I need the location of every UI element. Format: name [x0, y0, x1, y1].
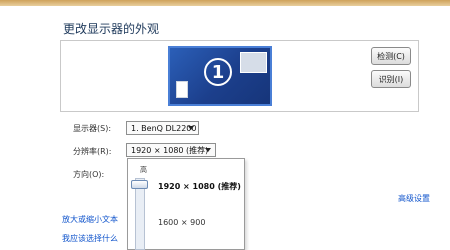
page-title: 更改显示器的外观	[63, 22, 160, 36]
resolution-label: 分辨率(R):	[73, 147, 112, 156]
identify-button[interactable]: 识别(I)	[371, 70, 411, 88]
resolution-select[interactable]: 1920 × 1080 (推荐)	[126, 143, 216, 157]
display-label: 显示器(S):	[73, 124, 112, 133]
detect-button[interactable]: 检测(C)	[371, 47, 411, 65]
what-settings-link[interactable]: 我应该选择什么	[62, 233, 118, 244]
resolution-slider-thumb[interactable]	[131, 180, 148, 189]
orientation-label: 方向(O):	[73, 170, 105, 179]
text-size-link[interactable]: 放大或缩小文本	[62, 214, 118, 225]
slider-high-label: 高	[140, 166, 147, 174]
advanced-settings-link[interactable]: 高级设置	[398, 193, 430, 204]
display-select[interactable]: 1. BenQ DL2200	[126, 121, 199, 135]
resolution-option-selected[interactable]: 1920 × 1080 (推荐)	[158, 181, 241, 192]
window-thumbnail-icon	[240, 52, 267, 73]
chevron-down-icon	[205, 148, 211, 152]
window-top-strip	[0, 0, 450, 6]
monitor-number-badge: 1	[204, 58, 232, 86]
resolution-option[interactable]: 1600 × 900	[158, 218, 205, 227]
chevron-down-icon	[188, 126, 194, 130]
display-select-value: 1. BenQ DL2200	[131, 123, 197, 133]
resolution-select-value: 1920 × 1080 (推荐)	[131, 145, 209, 155]
window-thumbnail-small-icon	[176, 81, 188, 98]
